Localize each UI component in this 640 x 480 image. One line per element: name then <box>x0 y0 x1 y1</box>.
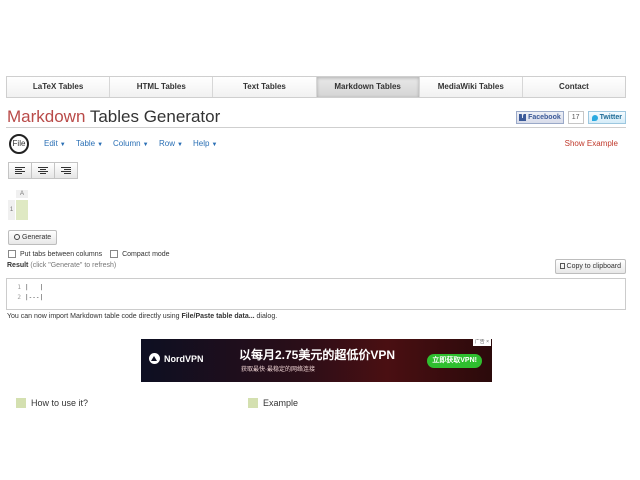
nordvpn-mountain-icon <box>149 353 160 364</box>
result-heading: Result (click "Generate" to refresh) <box>7 262 116 269</box>
caret-down-icon: ▼ <box>211 142 218 148</box>
page-title: Markdown Tables Generator <box>7 107 220 127</box>
section-bullet-icon <box>248 398 258 408</box>
import-note-suffix: dialog. <box>254 313 278 320</box>
code-text: |---| <box>25 294 44 301</box>
tab-html-tables[interactable]: HTML Tables <box>110 77 214 97</box>
align-right-icon <box>61 167 71 174</box>
line-number: 2 <box>17 294 21 301</box>
code-text: | | <box>25 284 44 291</box>
section-bullet-icon <box>16 398 26 408</box>
gear-icon <box>14 234 20 240</box>
editor-menubar: File Edit ▼ Table ▼ Column ▼ Row ▼ Help ▼ Sho… <box>6 134 626 154</box>
result-code-output[interactable]: 1 | | 2 |---| <box>6 278 626 310</box>
import-note: You can now import Markdown table code d… <box>7 313 277 320</box>
page-title-rest: Tables Generator <box>85 107 221 126</box>
help-menu-label: Help <box>193 139 210 148</box>
show-example-link[interactable]: Show Example <box>565 139 618 148</box>
ad-cta-button[interactable]: 立即获取VPN! <box>427 354 482 368</box>
ad-headline: 以每月2.75美元的超低价VPN <box>239 348 396 362</box>
tab-text-tables[interactable]: Text Tables <box>213 77 317 97</box>
tab-markdown-tables[interactable]: Markdown Tables <box>316 77 420 97</box>
compact-mode-checkbox[interactable] <box>110 250 119 258</box>
row-header-1[interactable]: 1 <box>8 200 15 220</box>
example-label: Example <box>263 398 299 408</box>
facebook-share-count: 17 <box>567 111 584 124</box>
result-label: Result <box>7 262 29 269</box>
how-to-section-heading: How to use it? <box>16 398 88 408</box>
column-menu-label: Column <box>113 139 141 148</box>
twitter-button[interactable]: Twitter <box>587 111 626 124</box>
page-container: LaTeX Tables HTML Tables Text Tables Mar… <box>6 76 626 408</box>
help-menu[interactable]: Help ▼ <box>193 139 217 148</box>
compact-mode-label: Compact mode <box>122 250 170 258</box>
advertisement-banner[interactable]: NordVPN 以每月2.75美元的超低价VPN 获取最快·最稳定的网络连接 立… <box>141 339 492 382</box>
copy-label: Copy to clipboard <box>566 263 621 270</box>
facebook-icon: f <box>519 114 527 121</box>
how-to-label: How to use it? <box>31 398 89 408</box>
example-section-heading: Example <box>248 398 298 408</box>
generate-button[interactable]: Generate <box>8 230 58 245</box>
align-right-button[interactable] <box>55 162 78 179</box>
tab-latex-tables[interactable]: LaTeX Tables <box>7 77 111 97</box>
nordvpn-logo: NordVPN <box>149 353 204 364</box>
page-header: Markdown Tables Generator f Facebook 17 T… <box>6 107 626 128</box>
tabs-between-columns-checkbox[interactable] <box>8 250 16 258</box>
align-center-icon <box>38 167 48 174</box>
column-menu[interactable]: Column ▼ <box>113 139 149 148</box>
twitter-icon <box>591 114 598 121</box>
edit-menu[interactable]: Edit ▼ <box>44 139 66 148</box>
caret-down-icon: ▼ <box>177 142 183 148</box>
column-header-a[interactable]: A <box>16 190 28 198</box>
align-left-icon <box>15 167 25 174</box>
table-cell-a1[interactable] <box>16 200 28 220</box>
table-menu[interactable]: Table ▼ <box>76 139 103 148</box>
caret-down-icon: ▼ <box>97 142 104 148</box>
table-menu-label: Table <box>76 139 96 148</box>
facebook-label: Facebook <box>528 114 561 121</box>
result-hint: (click "Generate" to refresh) <box>30 262 117 269</box>
tab-mediawiki-tables[interactable]: MediaWiki Tables <box>420 77 523 97</box>
page-title-accent: Markdown <box>7 107 86 126</box>
line-number: 1 <box>17 284 21 291</box>
ad-choices-tag[interactable]: 广告 × <box>472 339 491 346</box>
align-left-button[interactable] <box>8 162 32 179</box>
top-navigation: LaTeX Tables HTML Tables Text Tables Mar… <box>6 76 626 98</box>
tabs-between-columns-label: Put tabs between columns <box>20 250 103 258</box>
caret-down-icon: ▼ <box>142 142 149 148</box>
align-center-button[interactable] <box>32 162 55 179</box>
caret-down-icon: ▼ <box>59 142 66 148</box>
row-menu-label: Row <box>159 139 176 148</box>
row-menu[interactable]: Row ▼ <box>159 139 183 148</box>
ad-brand: NordVPN <box>164 353 204 364</box>
tab-contact[interactable]: Contact <box>523 77 625 97</box>
output-options: Put tabs between columns Compact mode <box>8 250 170 258</box>
alignment-buttons <box>8 162 78 179</box>
generate-label: Generate <box>22 234 52 241</box>
copy-to-clipboard-button[interactable]: Copy to clipboard <box>554 259 626 274</box>
social-buttons: f Facebook 17 Twitter <box>516 111 626 124</box>
edit-menu-label: Edit <box>44 139 58 148</box>
file-menu[interactable]: File <box>9 134 29 154</box>
clipboard-icon <box>559 263 565 269</box>
code-line: 1 | | <box>9 283 43 292</box>
ad-subline: 获取最快·最稳定的网络连接 <box>241 367 315 373</box>
import-note-bold: File/Paste table data... <box>181 313 255 320</box>
import-note-prefix: You can now import Markdown table code d… <box>7 313 182 320</box>
twitter-label: Twitter <box>599 114 622 121</box>
code-line: 2 |---| <box>9 293 43 302</box>
facebook-button[interactable]: f Facebook <box>516 111 564 124</box>
